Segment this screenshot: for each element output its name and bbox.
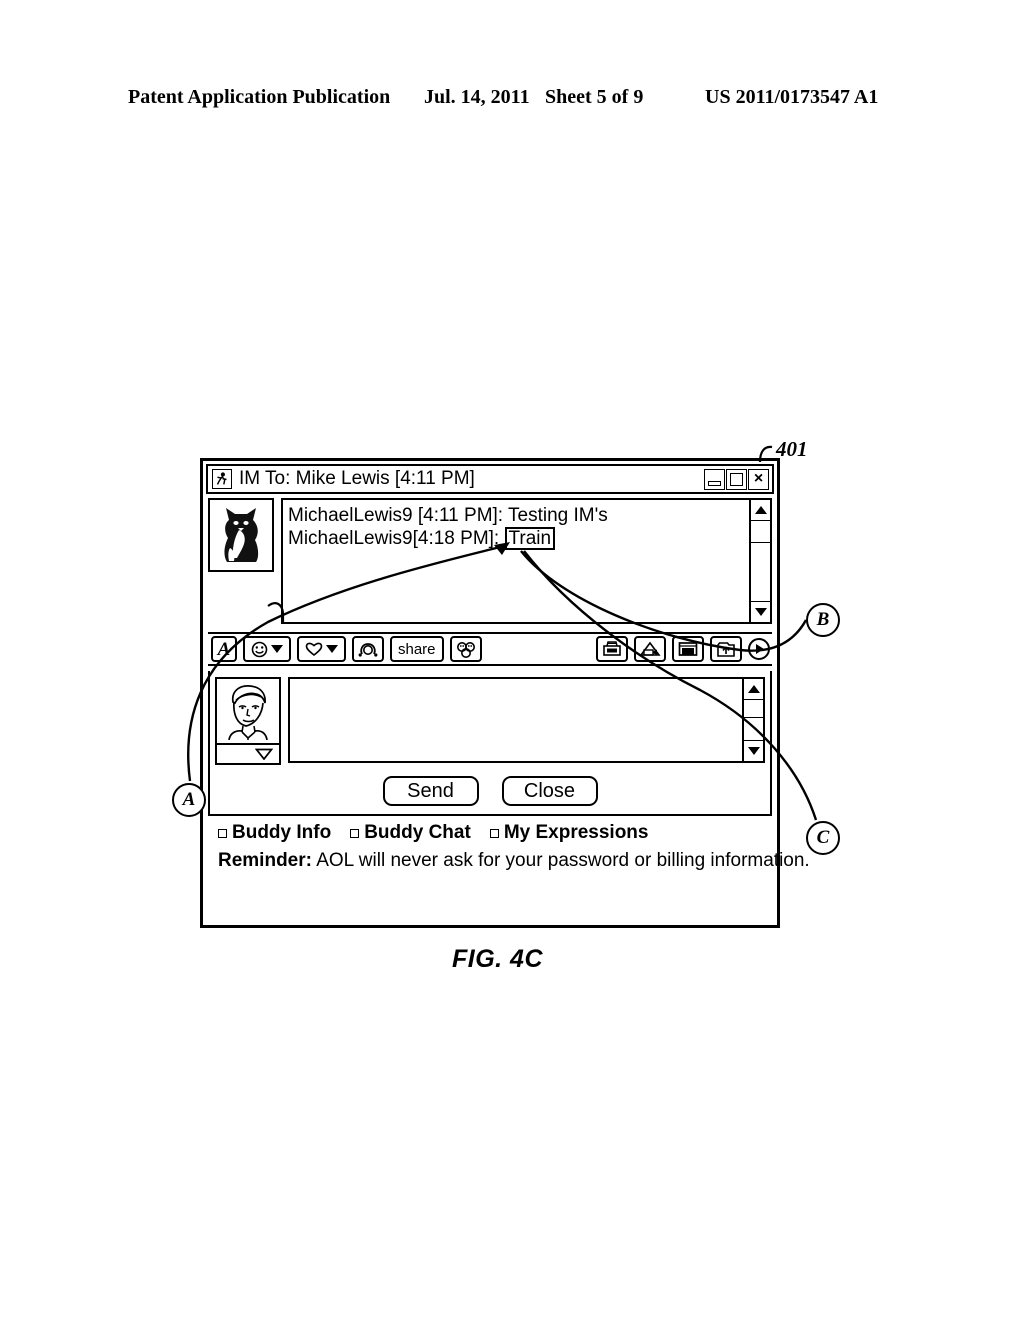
video-camera-icon xyxy=(639,641,661,656)
reference-numeral-401: 401 xyxy=(776,437,808,461)
cat-buddy-icon xyxy=(224,508,259,562)
im-catcher-icon xyxy=(603,641,621,656)
im-window[interactable]: IM To: Mike Lewis [4:11 PM] × MichaelLew… xyxy=(200,458,810,928)
formatting-toolbar: A share xyxy=(208,632,772,666)
heart-icon xyxy=(305,642,323,657)
avatar-dropdown-button[interactable] xyxy=(217,745,279,763)
share-button[interactable]: share xyxy=(390,636,444,662)
transcript-scroll-up-button[interactable] xyxy=(751,500,770,521)
window-title-text: IM To: Mike Lewis [4:11 PM] xyxy=(239,468,475,489)
transcript-box[interactable]: MichaelLewis9 [4:11 PM]: Testing IM's Mi… xyxy=(281,498,772,624)
picture-button[interactable] xyxy=(672,636,704,662)
transcript-scroll-thumb[interactable] xyxy=(751,521,770,543)
scroll-up-arrow-icon xyxy=(754,506,767,514)
reminder-label: Reminder: xyxy=(218,850,312,871)
buddy-info-link[interactable]: Buddy Info xyxy=(218,822,331,844)
patent-date-label: Jul. 14, 2011 xyxy=(424,86,530,108)
self-avatar[interactable] xyxy=(215,677,281,765)
buddy-wheel-button[interactable] xyxy=(352,636,384,662)
self-avatar-image xyxy=(217,679,279,745)
toolbar-right-group xyxy=(596,636,772,662)
compose-row xyxy=(215,677,765,765)
smiley-dropdown-arrow-icon[interactable] xyxy=(271,645,283,653)
close-button[interactable]: Close xyxy=(501,776,598,806)
smiley-icon xyxy=(251,641,268,657)
patent-sheet-label: Sheet 5 of 9 xyxy=(545,86,644,108)
heart-button[interactable] xyxy=(297,636,346,662)
maximize-button[interactable] xyxy=(726,468,747,490)
transcript-scroll-track[interactable] xyxy=(751,521,770,601)
transcript-scrollbar[interactable] xyxy=(749,500,770,622)
my-expressions-link[interactable]: My Expressions xyxy=(489,822,649,844)
message-line-1: MichaelLewis9 [4:11 PM]: Testing IM's xyxy=(288,505,608,526)
window-title-bar[interactable]: IM To: Mike Lewis [4:11 PM] × xyxy=(206,464,774,494)
window-controls: × xyxy=(703,468,769,490)
compose-scroll-thumb[interactable] xyxy=(744,700,763,718)
male-face-avatar-icon xyxy=(228,685,268,740)
aol-running-man-icon xyxy=(212,469,232,489)
picture-icon xyxy=(678,642,698,656)
compose-input[interactable] xyxy=(288,677,765,763)
scroll-down-arrow-icon xyxy=(747,747,760,755)
square-bullet-icon xyxy=(350,828,360,838)
video-button[interactable] xyxy=(634,636,666,662)
minimize-button[interactable] xyxy=(704,468,725,490)
smiley-group-icon xyxy=(456,641,475,658)
reminder-line: Reminder: AOL will never ask for your pa… xyxy=(208,850,810,872)
share-label: share xyxy=(398,640,436,658)
toolbar-left-group: A share xyxy=(208,636,482,662)
patent-page-header: Patent Application Publication Jul. 14, … xyxy=(0,86,1024,112)
message-2-prefix: MichaelLewis9[4:18 PM]: xyxy=(288,528,505,549)
message-line-2: MichaelLewis9[4:18 PM]: Train xyxy=(288,527,749,550)
square-bullet-icon xyxy=(218,828,227,838)
transcript-panel: MichaelLewis9 [4:11 PM]: Testing IM's Mi… xyxy=(208,498,772,626)
transcript-scroll-down-button[interactable] xyxy=(751,601,770,622)
reminder-text: AOL will never ask for your password or … xyxy=(311,850,810,871)
figure-caption: FIG. 4C xyxy=(452,945,544,973)
compose-scroll-up-button[interactable] xyxy=(744,679,763,700)
buddy-chat-label: Buddy Chat xyxy=(364,822,471,843)
font-style-label: A xyxy=(217,638,231,660)
patent-number-label: US 2011/0173547 A1 xyxy=(705,86,879,108)
my-expressions-label: My Expressions xyxy=(503,822,649,843)
patent-publication-label: Patent Application Publication xyxy=(128,86,391,108)
send-button[interactable]: Send xyxy=(382,776,479,806)
action-button-row: Send Close xyxy=(215,776,765,806)
scroll-down-arrow-icon xyxy=(754,608,767,616)
boxed-keyword-train[interactable]: Train xyxy=(504,527,556,550)
play-button[interactable] xyxy=(748,638,770,660)
send-file-button[interactable] xyxy=(710,636,742,662)
font-style-button[interactable]: A xyxy=(211,636,237,662)
square-bullet-icon xyxy=(489,828,499,838)
im-catcher-button[interactable] xyxy=(596,636,628,662)
transcript-text: MichaelLewis9 [4:11 PM]: Testing IM's Mi… xyxy=(283,500,749,622)
buddy-wheel-icon xyxy=(358,643,378,657)
compose-input-text[interactable] xyxy=(290,679,742,761)
avatar-dropdown-arrow-icon xyxy=(255,748,273,760)
smiley-group-button[interactable] xyxy=(449,636,482,662)
scroll-up-arrow-icon xyxy=(747,685,760,693)
compose-scroll-track[interactable] xyxy=(744,700,763,740)
buddy-chat-link[interactable]: Buddy Chat xyxy=(350,822,471,844)
window-footer: Buddy Info Buddy Chat My Expressions Rem… xyxy=(208,822,810,872)
buddy-info-label: Buddy Info xyxy=(232,822,332,843)
buddy-icon[interactable] xyxy=(208,498,274,572)
compose-scrollbar[interactable] xyxy=(742,679,763,761)
send-file-icon xyxy=(717,642,735,657)
play-triangle-icon xyxy=(756,644,764,654)
footer-links: Buddy Info Buddy Chat My Expressions xyxy=(208,822,772,844)
close-icon[interactable]: × xyxy=(748,468,769,490)
callout-circle-b: B xyxy=(806,603,840,637)
compose-area: Send Close xyxy=(208,671,772,816)
callout-circle-a: A xyxy=(172,783,206,817)
heart-dropdown-arrow-icon[interactable] xyxy=(326,645,338,653)
compose-scroll-down-button[interactable] xyxy=(744,740,763,761)
callout-circle-c: C xyxy=(806,821,840,855)
smiley-button[interactable] xyxy=(243,636,291,662)
